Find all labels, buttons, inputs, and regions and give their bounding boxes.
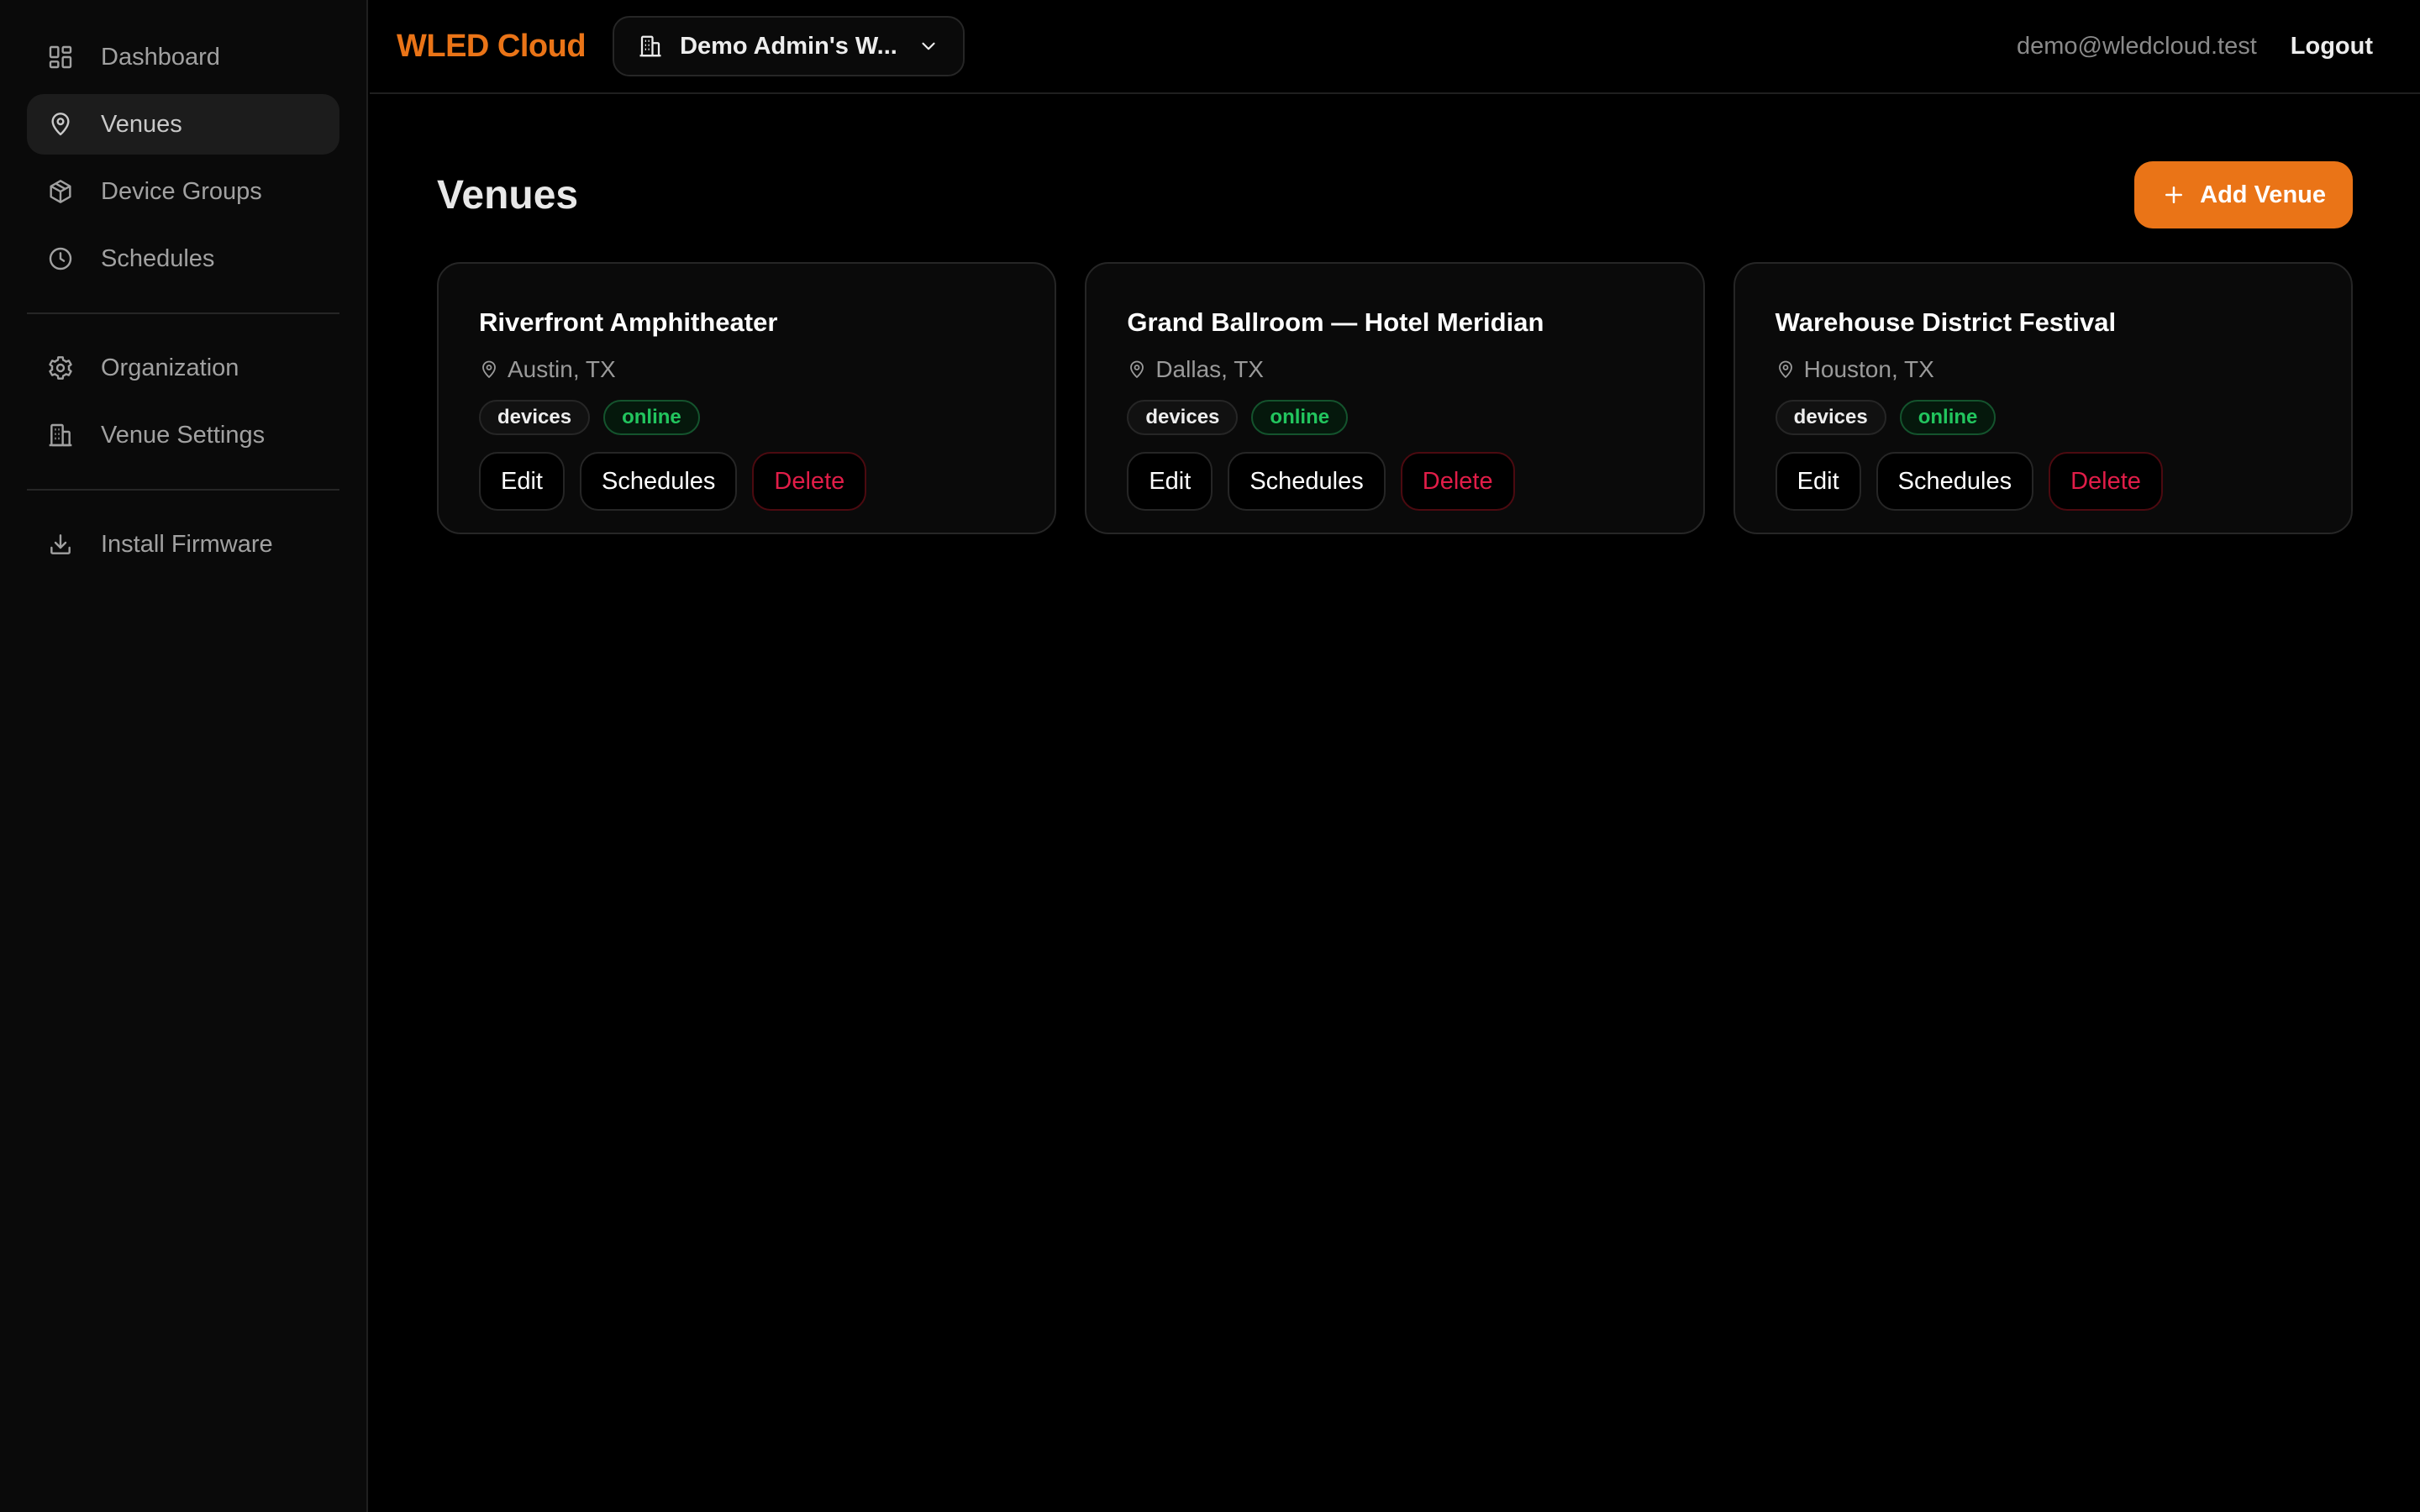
venue-name: Riverfront Amphitheater xyxy=(479,307,778,337)
download-icon xyxy=(47,531,74,558)
venue-actions: Edit Schedules Delete xyxy=(1775,452,2311,511)
building-icon xyxy=(638,34,663,59)
sidebar-divider xyxy=(27,489,339,491)
sidebar-nav-settings: Organization Venue Settings xyxy=(27,338,339,465)
brand-logo-text[interactable]: WLED Cloud xyxy=(397,29,587,65)
map-pin-icon xyxy=(1776,360,1796,380)
logout-button[interactable]: Logout xyxy=(2291,33,2373,60)
box-icon xyxy=(47,178,74,205)
schedules-button[interactable]: Schedules xyxy=(1876,452,2034,511)
edit-button[interactable]: Edit xyxy=(1127,452,1213,511)
org-switcher-label: Demo Admin's W... xyxy=(680,32,897,60)
add-venue-label: Add Venue xyxy=(2200,181,2326,208)
sidebar-item-device-groups[interactable]: Device Groups xyxy=(27,161,339,222)
venue-card: Warehouse District Festival Houston, TX … xyxy=(1733,262,2353,534)
venue-location: Houston, TX xyxy=(1776,354,2311,385)
add-venue-button[interactable]: Add Venue xyxy=(2134,161,2353,228)
devices-badge: devices xyxy=(479,400,591,435)
edit-button[interactable]: Edit xyxy=(1775,452,1861,511)
building-icon xyxy=(47,422,74,449)
top-header: WLED Cloud Demo Admin's W... demo@wledcl… xyxy=(370,0,2420,94)
venue-card: Grand Ballroom — Hotel Meridian Dallas, … xyxy=(1085,262,1705,534)
chevron-down-icon xyxy=(918,35,939,57)
devices-badge: devices xyxy=(1775,400,1886,435)
page-title: Venues xyxy=(437,172,579,218)
sidebar-item-label: Install Firmware xyxy=(101,530,273,558)
sidebar-item-label: Dashboard xyxy=(101,43,220,71)
org-switcher-dropdown[interactable]: Demo Admin's W... xyxy=(613,16,965,76)
venue-location: Austin, TX xyxy=(479,354,1014,385)
sidebar: Dashboard Venues Device Groups Schedules xyxy=(0,0,368,1512)
edit-button[interactable]: Edit xyxy=(479,452,565,511)
venue-actions: Edit Schedules Delete xyxy=(479,452,1014,511)
sidebar-item-label: Venue Settings xyxy=(101,421,266,449)
venue-location-text: Austin, TX xyxy=(508,356,616,382)
gear-icon xyxy=(47,354,74,381)
venue-name: Warehouse District Festival xyxy=(1775,307,2117,337)
map-pin-icon xyxy=(479,360,499,380)
venue-card-grid: Riverfront Amphitheater Austin, TX devic… xyxy=(437,262,2353,534)
sidebar-item-label: Organization xyxy=(101,354,239,381)
venue-badges: devices online xyxy=(1127,400,1662,435)
sidebar-item-schedules[interactable]: Schedules xyxy=(27,228,339,289)
venue-badges: devices online xyxy=(1775,400,2311,435)
venue-badges: devices online xyxy=(479,400,1014,435)
sidebar-item-label: Schedules xyxy=(101,244,215,272)
grid-icon xyxy=(47,44,74,71)
app-root: Dashboard Venues Device Groups Schedules xyxy=(0,0,2420,1512)
sidebar-nav-tools: Install Firmware xyxy=(27,514,339,575)
status-badge: online xyxy=(1251,400,1349,435)
schedules-button[interactable]: Schedules xyxy=(1228,452,1386,511)
venue-location: Dallas, TX xyxy=(1127,354,1662,385)
sidebar-item-install-firmware[interactable]: Install Firmware xyxy=(27,514,339,575)
delete-button[interactable]: Delete xyxy=(1400,452,1515,511)
schedules-button[interactable]: Schedules xyxy=(579,452,738,511)
venue-card: Riverfront Amphitheater Austin, TX devic… xyxy=(437,262,1057,534)
map-pin-icon xyxy=(1127,360,1147,380)
delete-button[interactable]: Delete xyxy=(2049,452,2163,511)
sidebar-item-venue-settings[interactable]: Venue Settings xyxy=(27,405,339,465)
sidebar-item-label: Venues xyxy=(101,110,182,138)
venue-name: Grand Ballroom — Hotel Meridian xyxy=(1127,307,1544,337)
sidebar-item-label: Device Groups xyxy=(101,177,262,205)
map-pin-icon xyxy=(47,111,74,138)
venue-actions: Edit Schedules Delete xyxy=(1127,452,1662,511)
devices-badge: devices xyxy=(1127,400,1239,435)
status-badge: online xyxy=(603,400,700,435)
venue-location-text: Dallas, TX xyxy=(1155,356,1264,382)
sidebar-item-venues[interactable]: Venues xyxy=(27,94,339,155)
clock-icon xyxy=(47,245,74,272)
main-content: Venues Add Venue Riverfront Amphitheater… xyxy=(370,94,2420,1512)
venue-location-text: Houston, TX xyxy=(1803,356,1934,382)
sidebar-divider xyxy=(27,312,339,314)
page-header: Venues Add Venue xyxy=(437,161,2353,228)
sidebar-item-dashboard[interactable]: Dashboard xyxy=(27,27,339,87)
user-email: demo@wledcloud.test xyxy=(2017,32,2257,60)
delete-button[interactable]: Delete xyxy=(752,452,867,511)
status-badge: online xyxy=(1899,400,1996,435)
plus-icon xyxy=(2161,182,2186,207)
sidebar-nav-main: Dashboard Venues Device Groups Schedules xyxy=(27,27,339,289)
sidebar-item-organization[interactable]: Organization xyxy=(27,338,339,398)
